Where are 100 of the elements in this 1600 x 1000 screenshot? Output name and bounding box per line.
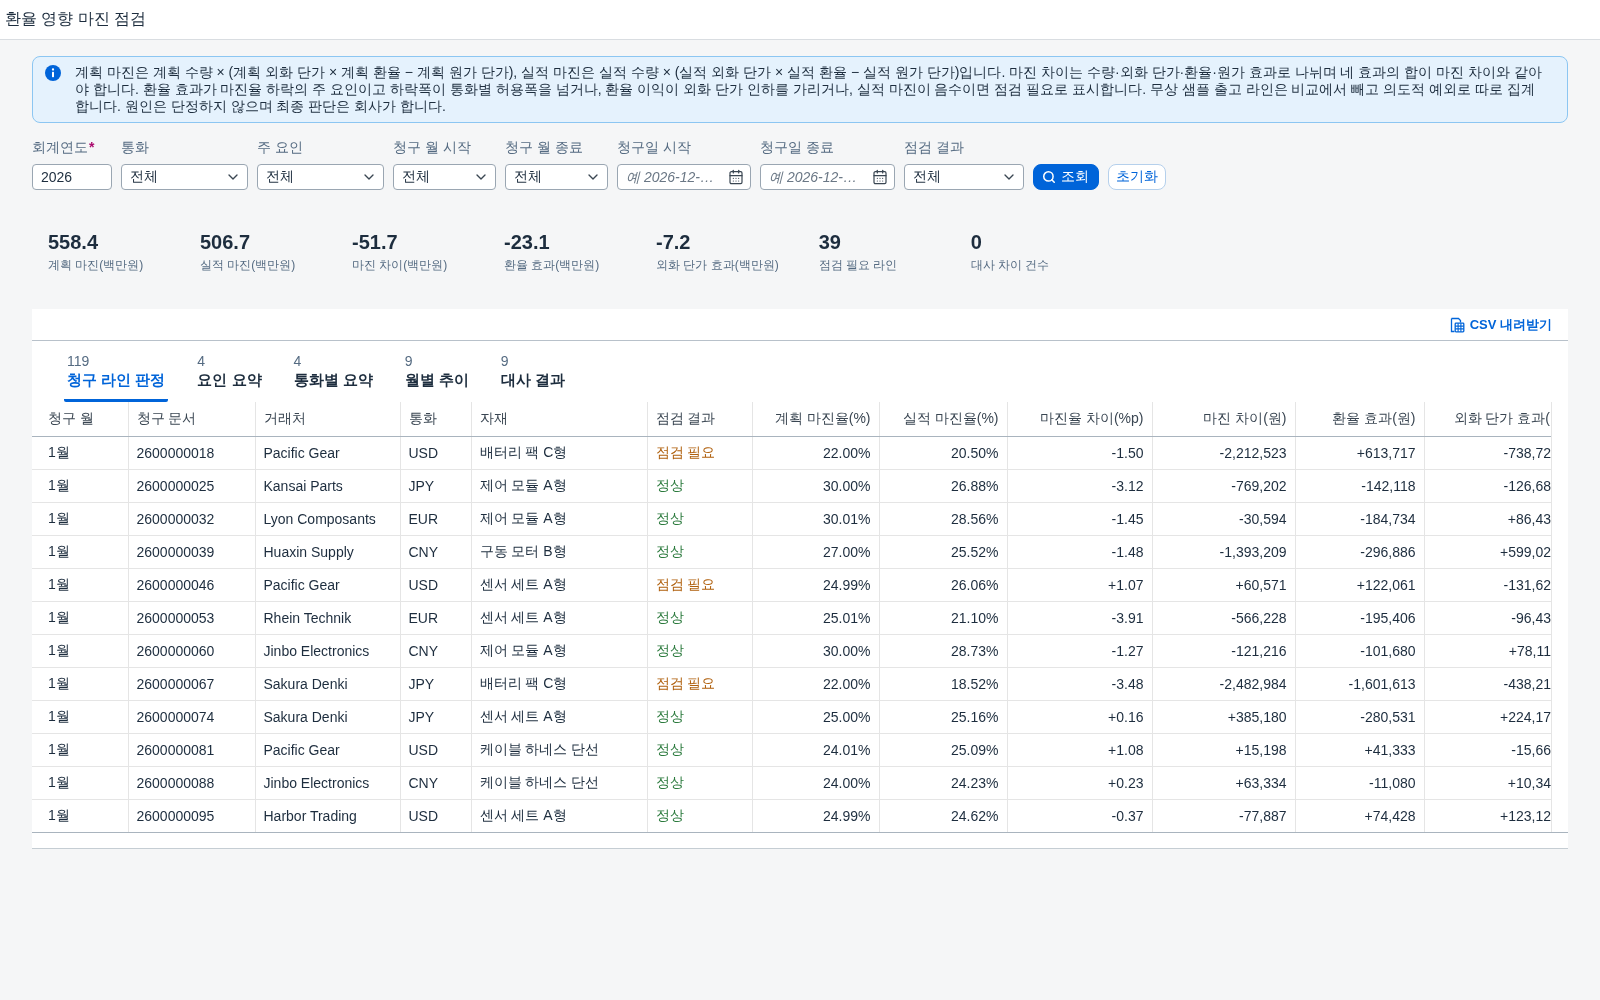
table-cell: +63,334 xyxy=(1152,766,1295,799)
kpi-label: 점검 필요 라인 xyxy=(818,257,899,273)
column-header: 실적 마진율(%) xyxy=(879,402,1007,436)
column-header: 거래처 xyxy=(255,402,400,436)
table-cell: 25.16% xyxy=(879,700,1007,733)
table-cell: -142,118 xyxy=(1295,469,1424,502)
table-cell: 배터리 팩 C형 xyxy=(471,436,647,469)
table-cell: 점검 필요 xyxy=(647,667,752,700)
kpi-label: 외화 단가 효과(백만원) xyxy=(656,257,779,273)
table-cell: -195,406 xyxy=(1295,601,1424,634)
field-label: 청구일 시작 xyxy=(617,138,691,156)
table-cell: -769,202 xyxy=(1152,469,1295,502)
dropdown[interactable]: 전체 xyxy=(505,164,608,190)
kpi-label: 실적 마진(백만원) xyxy=(200,257,297,273)
table-cell: Lyon Composants xyxy=(255,502,400,535)
table-cell: 정상 xyxy=(647,733,752,766)
table-cell: 26.06% xyxy=(879,568,1007,601)
table-cell: JPY xyxy=(400,469,471,502)
table-cell: CNY xyxy=(400,634,471,667)
table-cell: 28.73% xyxy=(879,634,1007,667)
field-label: 점검 결과 xyxy=(904,138,964,156)
table-cell: 2600000025 xyxy=(128,469,255,502)
table-cell: 배터리 팩 C형 xyxy=(471,667,647,700)
table-cell: Pacific Gear xyxy=(255,568,400,601)
table-cell: EUR xyxy=(400,502,471,535)
table-cell: 정상 xyxy=(647,601,752,634)
table-cell: 2600000067 xyxy=(128,667,255,700)
column-header: 마진 차이(원) xyxy=(1152,402,1295,436)
kpi-label: 계획 마진(백만원) xyxy=(48,257,145,273)
table-cell: -3.91 xyxy=(1007,601,1152,634)
table-cell: +122,061 xyxy=(1295,568,1424,601)
table-cell: 1월 xyxy=(32,799,128,832)
required-mark: * xyxy=(89,138,95,156)
text-field[interactable]: 2026 xyxy=(32,164,112,190)
table-cell: +224,17 xyxy=(1424,700,1551,733)
table-cell: 25.01% xyxy=(752,601,879,634)
date-field[interactable]: 예 2026-12-… xyxy=(760,164,895,190)
field-label: 주 요인 xyxy=(257,138,303,156)
column-header: 자재 xyxy=(471,402,647,436)
tab[interactable]: 119 청구 라인 판정 xyxy=(64,353,169,402)
dropdown[interactable]: 전체 xyxy=(257,164,384,190)
calendar-icon[interactable] xyxy=(728,169,744,185)
kpi-value: 558.4 xyxy=(48,230,100,254)
table-cell: -184,734 xyxy=(1295,502,1424,535)
table-cell: 25.00% xyxy=(752,700,879,733)
kpi-value: 39 xyxy=(818,230,842,254)
table-cell: 정상 xyxy=(647,700,752,733)
table-cell: +78,11 xyxy=(1424,634,1551,667)
tab[interactable]: 9 대사 결과 xyxy=(497,353,569,402)
column-header: 청구 월 xyxy=(32,402,128,436)
download-link[interactable]: CSV 내려받기 xyxy=(1448,315,1552,334)
table-cell: -77,887 xyxy=(1152,799,1295,832)
column-header: 외화 단가 효과( xyxy=(1424,402,1551,436)
table-cell: -2,212,523 xyxy=(1152,436,1295,469)
table-cell: 점검 필요 xyxy=(647,436,752,469)
kpi-label: 환율 효과(백만원) xyxy=(504,257,601,273)
table-cell: -11,080 xyxy=(1295,766,1424,799)
table-cell: 2600000095 xyxy=(128,799,255,832)
dropdown[interactable]: 전체 xyxy=(904,164,1024,190)
table-cell: +86,43 xyxy=(1424,502,1551,535)
kpi-value: 506.7 xyxy=(200,230,252,254)
table-cell: 1월 xyxy=(32,634,128,667)
table-cell: 1월 xyxy=(32,469,128,502)
table-cell: -738,72 xyxy=(1424,436,1551,469)
dropdown[interactable]: 전체 xyxy=(121,164,248,190)
table-cell: 센서 세트 A형 xyxy=(471,568,647,601)
table-cell: 센서 세트 A형 xyxy=(471,700,647,733)
reset-button[interactable]: 초기화 xyxy=(1108,164,1166,190)
kpi-label: 마진 차이(백만원) xyxy=(352,257,449,273)
table-cell: -1.50 xyxy=(1007,436,1152,469)
table-cell: +1.07 xyxy=(1007,568,1152,601)
table-cell: -2,482,984 xyxy=(1152,667,1295,700)
table-cell: 24.23% xyxy=(879,766,1007,799)
table-cell: 1월 xyxy=(32,502,128,535)
table-cell: 30.00% xyxy=(752,634,879,667)
table-cell: +74,428 xyxy=(1295,799,1424,832)
tab[interactable]: 9 월별 추이 xyxy=(401,353,472,402)
dropdown[interactable]: 전체 xyxy=(393,164,496,190)
table-cell: 24.62% xyxy=(879,799,1007,832)
table-cell: 2600000060 xyxy=(128,634,255,667)
table-cell: 정상 xyxy=(647,502,752,535)
calendar-icon[interactable] xyxy=(872,169,888,185)
kpi-value: -23.1 xyxy=(504,230,551,254)
table-cell: 정상 xyxy=(647,799,752,832)
table-cell: -101,680 xyxy=(1295,634,1424,667)
table-cell: 18.52% xyxy=(879,667,1007,700)
table-cell: 정상 xyxy=(647,634,752,667)
table-cell: CNY xyxy=(400,766,471,799)
table-cell: -121,216 xyxy=(1152,634,1295,667)
table-cell: -438,21 xyxy=(1424,667,1551,700)
search-button[interactable]: 조회 xyxy=(1033,164,1099,190)
table-cell: 24.00% xyxy=(752,766,879,799)
table-cell: Rhein Technik xyxy=(255,601,400,634)
date-field[interactable]: 예 2026-12-… xyxy=(617,164,751,190)
table-cell: CNY xyxy=(400,535,471,568)
tab[interactable]: 4 요인 요약 xyxy=(194,353,265,402)
tab[interactable]: 4 통화별 요약 xyxy=(290,353,376,402)
table-cell: 제어 모듈 A형 xyxy=(471,469,647,502)
table-cell: USD xyxy=(400,568,471,601)
table-cell: -1,601,613 xyxy=(1295,667,1424,700)
